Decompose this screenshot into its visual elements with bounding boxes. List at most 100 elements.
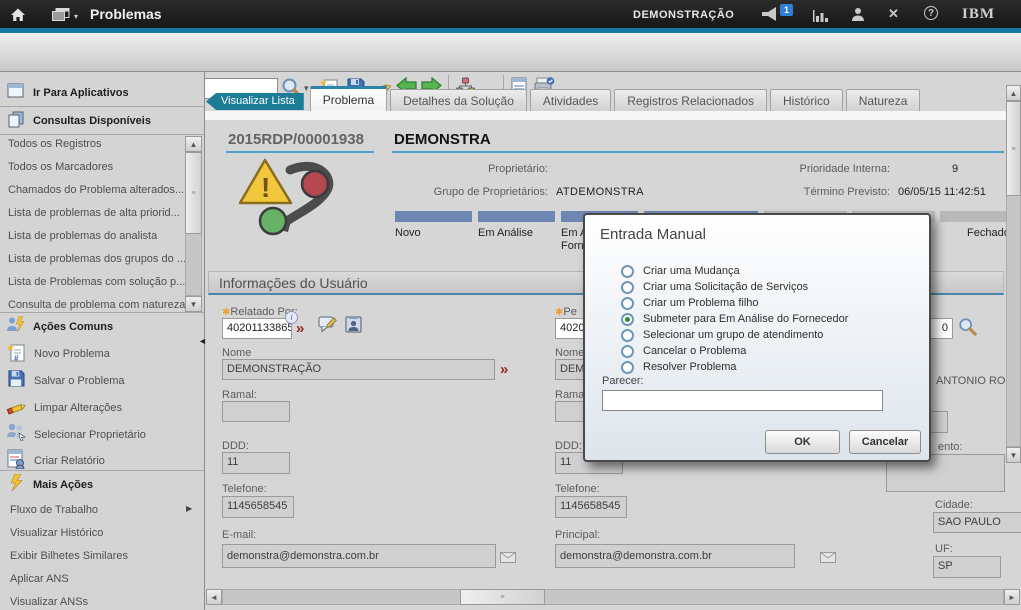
sidebar-query-item[interactable]: Chamados do Problema alterados...: [8, 184, 184, 196]
person-details-icon[interactable]: [344, 315, 364, 339]
nome-field[interactable]: DEMONSTRAÇÃO: [222, 359, 495, 380]
content-hscroll-track[interactable]: [222, 589, 1004, 605]
radio-label[interactable]: Criar uma Solicitação de Serviços: [643, 281, 808, 293]
cancel-button[interactable]: Cancelar: [849, 430, 921, 454]
sidebar-action-view-slas[interactable]: Visualizar ANSs: [10, 596, 88, 608]
radio-label[interactable]: Criar uma Mudança: [643, 265, 740, 277]
sidebar-query-item[interactable]: Lista de problemas do analista: [8, 230, 157, 242]
status-segment: [395, 211, 472, 222]
window-menu-icon[interactable]: [52, 8, 70, 26]
sidebar-header-queries[interactable]: Consultas Disponíveis: [33, 115, 151, 127]
due-value: 06/05/15 11:42:51: [898, 186, 986, 198]
sidebar-query-item[interactable]: Consulta de problema com natureza: [8, 299, 185, 311]
content-scroll-down[interactable]: ▼: [1006, 447, 1021, 463]
content-scroll-right[interactable]: ►: [1004, 589, 1020, 605]
sidebar-action-apply-sla[interactable]: Aplicar ANS: [10, 573, 69, 585]
sidebar-action-similar-tickets[interactable]: Exibir Bilhetes Similares: [10, 550, 128, 562]
radio-label[interactable]: Resolver Problema: [643, 361, 737, 373]
profile-icon[interactable]: [851, 7, 865, 26]
uf-field[interactable]: SP: [933, 556, 1001, 578]
dialog-title: Entrada Manual: [600, 226, 706, 243]
radio-label[interactable]: Criar um Problema filho: [643, 297, 759, 309]
radio-criar-solicitacao[interactable]: [621, 281, 634, 294]
tab-natureza[interactable]: Natureza: [846, 89, 921, 112]
detail-menu-icon[interactable]: »: [296, 321, 304, 336]
radio-submeter-analise-fornecedor[interactable]: [621, 313, 634, 326]
cidade-field[interactable]: SAO PAULO: [933, 512, 1021, 533]
radio-cancelar-problema[interactable]: [621, 345, 634, 358]
sidebar-header-go-apps[interactable]: Ir Para Aplicativos: [33, 87, 129, 99]
radio-criar-problema-filho[interactable]: [621, 297, 634, 310]
tab-historico[interactable]: Histórico: [770, 89, 843, 112]
content-scroll-left[interactable]: ◄: [206, 589, 222, 605]
radio-label[interactable]: Submeter para Em Análise do Fornecedor: [643, 313, 848, 325]
envelope-icon[interactable]: [820, 550, 836, 568]
notification-badge[interactable]: 1: [780, 4, 793, 16]
relatado-por-field[interactable]: 40201133865: [222, 318, 292, 339]
owner-group-value: ATDEMONSTRA: [556, 186, 644, 198]
sidebar-query-item[interactable]: Lista de problemas dos grupos do ...: [8, 253, 186, 265]
ok-button[interactable]: OK: [765, 430, 840, 454]
record-id: 2015RDP/00001938: [228, 131, 364, 148]
sidebar-scroll-thumb[interactable]: ≡: [185, 152, 202, 234]
app-title: Problemas: [90, 6, 162, 22]
tab-atividades[interactable]: Atividades: [530, 89, 611, 112]
window-menu-caret-icon[interactable]: ▾: [74, 12, 78, 21]
nome2-label: Nome: [555, 347, 584, 359]
tab-detalhes-da-solucao[interactable]: Detalhes da Solução: [390, 89, 527, 112]
status-segment: [478, 211, 555, 222]
radio-label[interactable]: Cancelar o Problema: [643, 345, 746, 357]
announcements-icon[interactable]: [762, 7, 781, 26]
telefone-field[interactable]: 1145658545: [222, 496, 294, 518]
sidebar-query-item[interactable]: Lista de problemas de alta priorid...: [8, 207, 180, 219]
content-scroll-up[interactable]: ▲: [1006, 85, 1021, 101]
email-field[interactable]: demonstra@demonstra.com.br: [222, 544, 496, 568]
stats-icon[interactable]: [813, 9, 828, 27]
envelope-icon[interactable]: [500, 550, 516, 568]
sidebar-action-clear-changes[interactable]: Limpar Alterações: [34, 402, 122, 414]
sidebar-divider: [0, 106, 204, 107]
telefone2-field[interactable]: 1145658545: [555, 496, 627, 518]
sidebar-action-create-report[interactable]: Criar Relatório: [34, 455, 105, 467]
telefone-label: Telefone:: [222, 483, 267, 495]
sidebar-action-save-problem[interactable]: Salvar o Problema: [34, 375, 125, 387]
close-icon[interactable]: ✕: [888, 6, 899, 22]
radio-selecionar-grupo[interactable]: [621, 329, 634, 342]
record-title: DEMONSTRA: [394, 131, 491, 148]
sidebar-action-workflow[interactable]: Fluxo de Trabalho: [10, 504, 98, 516]
section-title: Informações do Usuário: [219, 275, 368, 291]
scroll-down-icon: ▼: [190, 300, 198, 309]
radio-criar-mudanca[interactable]: [621, 265, 634, 278]
sidebar-header-more-actions[interactable]: Mais Ações: [33, 479, 93, 491]
sidebar-scroll-up[interactable]: ▲: [185, 136, 202, 152]
sidebar-query-item[interactable]: Todos os Marcadores: [8, 161, 113, 173]
sidebar-action-view-history[interactable]: Visualizar Histórico: [10, 527, 103, 539]
tab-registros-relacionados[interactable]: Registros Relacionados: [614, 89, 767, 112]
radio-resolver-problema[interactable]: [621, 361, 634, 374]
detail-menu-icon[interactable]: »: [500, 362, 508, 377]
home-icon[interactable]: [10, 7, 26, 27]
sidebar-scroll-down[interactable]: ▼: [185, 296, 202, 312]
sidebar-action-select-owner[interactable]: Selecionar Proprietário: [34, 429, 146, 441]
sidebar-query-item[interactable]: Lista de Problemas com solução p...: [8, 276, 185, 288]
record-status-graphic: !: [238, 154, 338, 247]
sidebar-action-new-problem[interactable]: Novo Problema: [34, 348, 110, 360]
view-list-button[interactable]: Visualizar Lista: [206, 93, 304, 110]
parecer-input[interactable]: [602, 390, 883, 411]
status-step-label: Fechado: [967, 227, 1010, 239]
help-icon[interactable]: ?: [924, 6, 938, 20]
radio-label[interactable]: Selecionar um grupo de atendimento: [643, 329, 823, 341]
principal-field[interactable]: demonstra@demonstra.com.br: [555, 544, 795, 568]
content-hscroll-thumb[interactable]: ≡: [460, 589, 545, 605]
ddd-field[interactable]: 11: [222, 452, 290, 474]
top-bar: ▾ Problemas DEMONSTRAÇÃO 1 ✕ ? IBM: [0, 0, 1021, 28]
sidebar-query-item[interactable]: Todos os Registros: [8, 138, 102, 150]
magnifier-icon[interactable]: [958, 317, 977, 341]
comments-icon[interactable]: [318, 315, 339, 339]
tab-problema[interactable]: Problema: [310, 86, 387, 112]
sidebar-header-common-actions[interactable]: Ações Comuns: [33, 321, 113, 333]
ramal-field[interactable]: [222, 401, 290, 422]
due-label: Término Previsto:: [700, 186, 890, 198]
collapse-arrow-icon[interactable]: ◄: [198, 336, 207, 346]
content-scroll-thumb[interactable]: ≡: [1006, 101, 1021, 196]
